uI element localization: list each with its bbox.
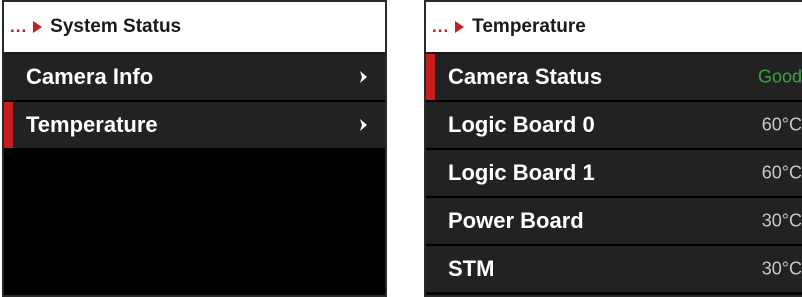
chevron-right-icon xyxy=(360,71,367,83)
menu-item-camera-info[interactable]: Camera Info xyxy=(4,54,385,102)
breadcrumb-ellipsis[interactable]: ... xyxy=(432,17,449,37)
status-row-logic-board-0[interactable]: Logic Board 0 60°C xyxy=(426,102,802,150)
breadcrumb-header: ... Temperature xyxy=(426,2,802,54)
temperature-value: 60°C xyxy=(761,162,802,183)
menu-item-label: Temperature xyxy=(26,112,158,137)
breadcrumb-header: ... System Status xyxy=(4,2,385,54)
status-label: Power Board xyxy=(448,208,584,233)
right-arrow-icon xyxy=(455,21,465,33)
chevron-right-icon xyxy=(360,119,367,131)
status-label: STM xyxy=(448,256,495,281)
page-title: System Status xyxy=(50,16,182,37)
system-status-screen: ... System Status Camera Info Temperatur… xyxy=(2,0,387,297)
status-row-power-board[interactable]: Power Board 30°C xyxy=(426,198,802,246)
status-row-camera-status[interactable]: Camera Status Good xyxy=(426,54,802,102)
temperature-value: 60°C xyxy=(761,114,802,135)
status-row-stm[interactable]: STM 30°C xyxy=(426,246,802,294)
status-row-logic-board-1[interactable]: Logic Board 1 60°C xyxy=(426,150,802,198)
temperature-value: 30°C xyxy=(761,210,802,231)
status-label: Logic Board 0 xyxy=(448,112,595,137)
temperature-screen: ... Temperature Camera Status Good Logic… xyxy=(424,0,802,297)
breadcrumb-ellipsis[interactable]: ... xyxy=(10,17,27,37)
menu-item-temperature[interactable]: Temperature xyxy=(4,102,385,150)
status-label: Logic Board 1 xyxy=(448,160,595,185)
menu-item-label: Camera Info xyxy=(26,64,154,89)
temperature-value: 30°C xyxy=(761,258,802,279)
status-label: Camera Status xyxy=(448,64,603,89)
status-value: Good xyxy=(757,66,802,87)
page-title: Temperature xyxy=(472,16,586,37)
selection-indicator xyxy=(4,102,13,148)
selection-indicator xyxy=(426,54,435,100)
right-arrow-icon xyxy=(33,21,43,33)
